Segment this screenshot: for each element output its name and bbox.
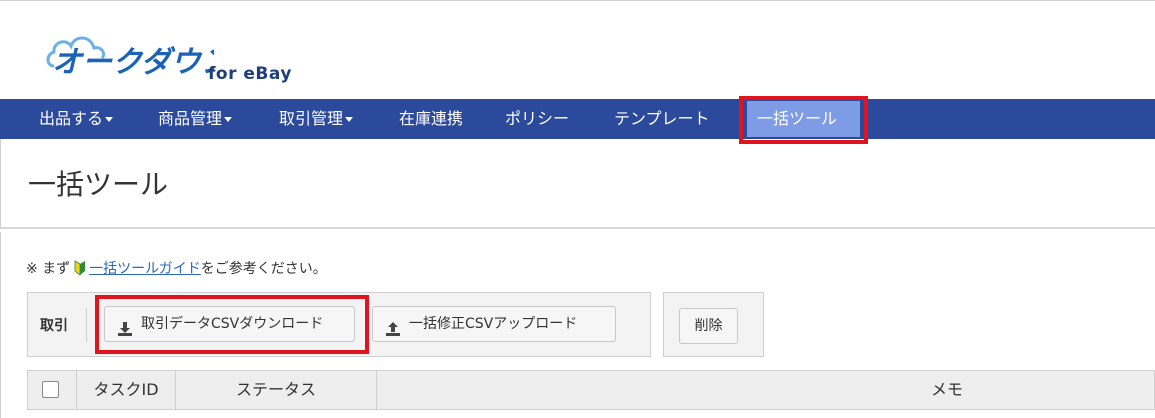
- app-logo[interactable]: オークダウン for eBay: [44, 24, 314, 94]
- download-highlight-frame: [95, 295, 369, 354]
- column-header-task-id[interactable]: タスクID: [77, 370, 175, 410]
- page-title: 一括ツール: [28, 168, 169, 201]
- nav-item-inventory[interactable]: 在庫連携: [399, 99, 463, 139]
- beginner-leaf-icon: [74, 260, 86, 280]
- notice-suffix: をご参考ください。: [200, 261, 327, 277]
- top-border: [0, 0, 1155, 6]
- logo-suffix: for eBay: [208, 64, 292, 84]
- nav-item-label: 在庫連携: [399, 109, 464, 128]
- select-all-checkbox[interactable]: [42, 381, 59, 398]
- nav-item-listing[interactable]: 出品する: [39, 99, 114, 139]
- upload-button-label: 一括修正CSVアップロード: [409, 316, 578, 332]
- caret-down-icon: [345, 117, 354, 122]
- notice-prefix: ※ まず: [26, 261, 71, 277]
- upload-icon: [385, 316, 401, 336]
- guide-notice: ※ まず 一括ツールガイドをご参考ください。: [26, 258, 327, 280]
- page-header: [0, 139, 1155, 229]
- caret-down-icon: [224, 117, 233, 122]
- caret-down-icon: [105, 117, 114, 122]
- nav-item-policy[interactable]: ポリシー: [505, 99, 569, 139]
- column-header-memo[interactable]: メモ: [377, 370, 1155, 410]
- nav-item-label: 取引管理: [279, 109, 344, 128]
- nav-highlight-frame: [739, 96, 868, 144]
- nav-item-label: 商品管理: [158, 109, 223, 128]
- nav-item-label: 出品する: [39, 109, 104, 128]
- nav-item-label: ポリシー: [505, 109, 570, 128]
- column-header-status[interactable]: ステータス: [176, 370, 376, 410]
- nav-item-products[interactable]: 商品管理: [158, 99, 233, 139]
- content-border: [0, 232, 1, 418]
- nav-item-label: テンプレート: [614, 109, 710, 128]
- panel-label: 取引: [40, 318, 68, 334]
- panel-separator: [86, 308, 87, 342]
- delete-button[interactable]: 削除: [679, 308, 738, 344]
- svg-text:オークダウン: オークダウン: [52, 45, 214, 80]
- nav-item-transactions[interactable]: 取引管理: [279, 99, 354, 139]
- upload-csv-button[interactable]: 一括修正CSVアップロード: [372, 306, 616, 342]
- bulk-tool-guide-link[interactable]: 一括ツールガイド: [89, 261, 201, 277]
- cloud-logo-icon: オークダウン: [46, 36, 233, 80]
- nav-item-template[interactable]: テンプレート: [614, 99, 710, 139]
